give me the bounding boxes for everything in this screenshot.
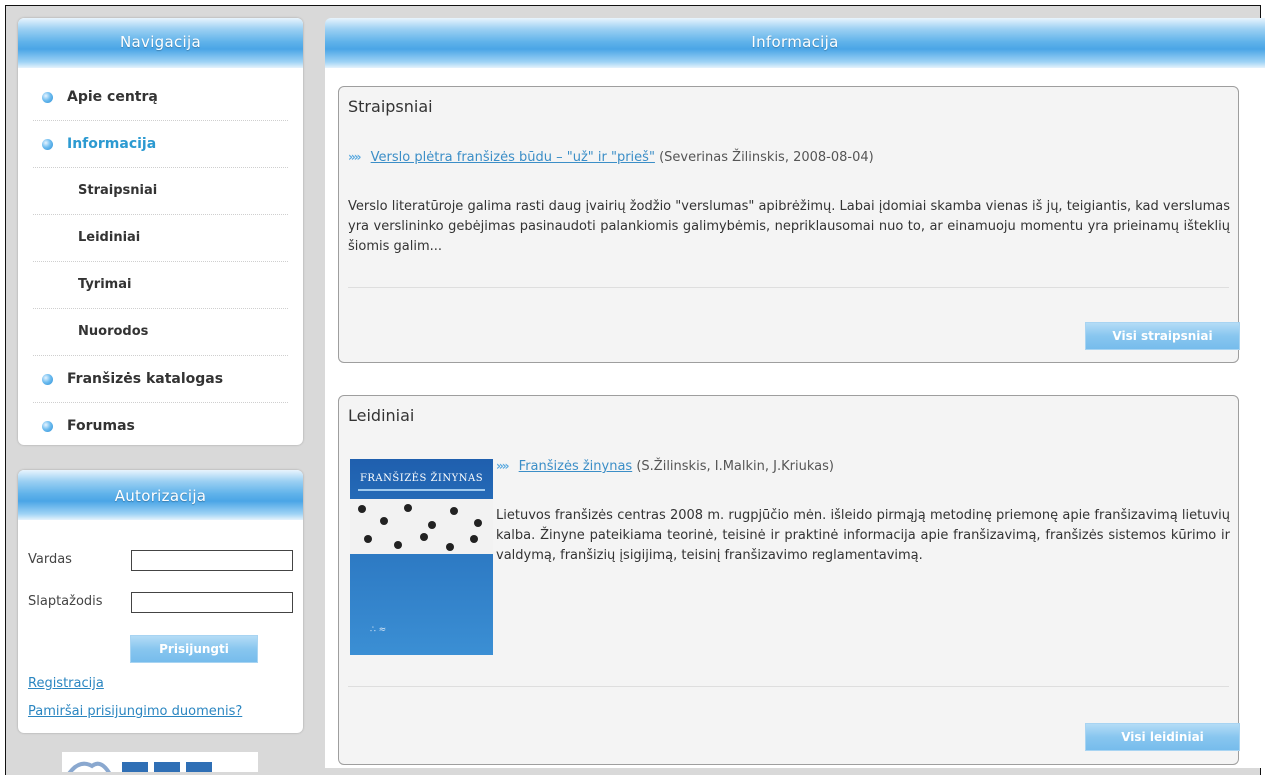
nav-item-informacija[interactable]: Informacija	[33, 121, 288, 168]
nav-subitem-leidiniai[interactable]: Leidiniai	[33, 215, 288, 262]
divider	[348, 287, 1229, 288]
nav-subitem-straipsniai[interactable]: Straipsniai	[33, 168, 288, 215]
publications-box: Leidiniai FRANŠIZĖS ŽINYNAS ∴ ≈ »» Franš…	[338, 395, 1240, 765]
nav-item-fransizes-katalogas[interactable]: Franšizės katalogas	[33, 356, 288, 403]
divider	[348, 686, 1229, 687]
publications-title: Leidiniai	[348, 406, 415, 425]
navigation-title: Navigacija	[18, 18, 303, 68]
bullet-icon	[42, 373, 53, 385]
forgot-credentials-link[interactable]: Pamiršai prisijungimo duomenis?	[28, 704, 242, 719]
partner-logo	[62, 752, 258, 772]
articles-title: Straipsniai	[348, 97, 433, 116]
publication-item: »» Franšizės žinynas (S.Žilinskis, I.Mal…	[496, 459, 834, 474]
nav-item-label: Tyrimai	[78, 277, 132, 292]
book-cover-network	[350, 499, 493, 554]
nav-item-label: Franšizės katalogas	[67, 371, 224, 387]
all-publications-button[interactable]: Visi leidiniai	[1085, 723, 1240, 751]
main-content: Straipsniai »» Verslo plėtra franšizės b…	[325, 68, 1265, 768]
nav-subitem-tyrimai[interactable]: Tyrimai	[33, 262, 288, 309]
book-cover-image[interactable]: FRANŠIZĖS ŽINYNAS ∴ ≈	[350, 459, 493, 655]
authorization-panel: Autorizacija Vardas Slaptažodis Prisijun…	[18, 470, 303, 733]
publication-excerpt: Lietuvos franšizės centras 2008 m. rugpj…	[496, 508, 1230, 563]
partner-logo-icon	[62, 756, 258, 772]
nav-item-label: Forumas	[67, 418, 135, 434]
bullet-icon	[42, 91, 53, 103]
nav-item-forumas[interactable]: Forumas	[33, 403, 288, 445]
articles-box: Straipsniai »» Verslo plėtra franšizės b…	[338, 86, 1240, 363]
double-arrow-icon: »»	[496, 459, 509, 473]
book-cover-publisher: ∴ ≈	[370, 625, 387, 635]
nav-item-label: Straipsniai	[78, 183, 158, 198]
navigation-list: Apie centrą Informacija Straipsniai Leid…	[18, 68, 303, 445]
article-link[interactable]: Verslo plėtra franšizės būdu – "už" ir "…	[371, 150, 655, 165]
article-item: »» Verslo plėtra franšizės būdu – "už" i…	[348, 150, 874, 165]
bullet-icon	[42, 138, 53, 150]
register-link[interactable]: Registracija	[28, 676, 104, 691]
nav-item-label: Nuorodos	[78, 324, 149, 339]
password-label: Slaptažodis	[28, 594, 103, 609]
nav-item-label: Apie centrą	[67, 89, 158, 105]
publication-link[interactable]: Franšizės žinynas	[519, 459, 633, 474]
password-input[interactable]	[131, 592, 293, 613]
username-label: Vardas	[28, 552, 72, 567]
navigation-panel: Navigacija Apie centrą Informacija Strai…	[18, 18, 303, 445]
article-excerpt: Verslo literatūroje galima rasti daug įv…	[348, 199, 1230, 254]
information-header: Informacija	[325, 18, 1265, 68]
all-articles-button[interactable]: Visi straipsniai	[1085, 322, 1240, 350]
nav-item-label: Informacija	[67, 136, 157, 152]
nav-item-apie-centra[interactable]: Apie centrą	[33, 74, 288, 121]
login-button[interactable]: Prisijungti	[130, 635, 258, 663]
article-meta: (Severinas Žilinskis, 2008-08-04)	[659, 150, 874, 165]
book-cover-title: FRANŠIZĖS ŽINYNAS	[359, 473, 484, 484]
bullet-icon	[42, 420, 53, 432]
authorization-title: Autorizacija	[18, 470, 303, 520]
book-cover-rule	[358, 489, 485, 491]
nav-item-label: Leidiniai	[78, 230, 141, 245]
publication-meta: (S.Žilinskis, I.Malkin, J.Kriukas)	[636, 459, 834, 474]
double-arrow-icon: »»	[348, 150, 361, 164]
nav-subitem-nuorodos[interactable]: Nuorodos	[33, 309, 288, 356]
username-input[interactable]	[131, 550, 293, 571]
